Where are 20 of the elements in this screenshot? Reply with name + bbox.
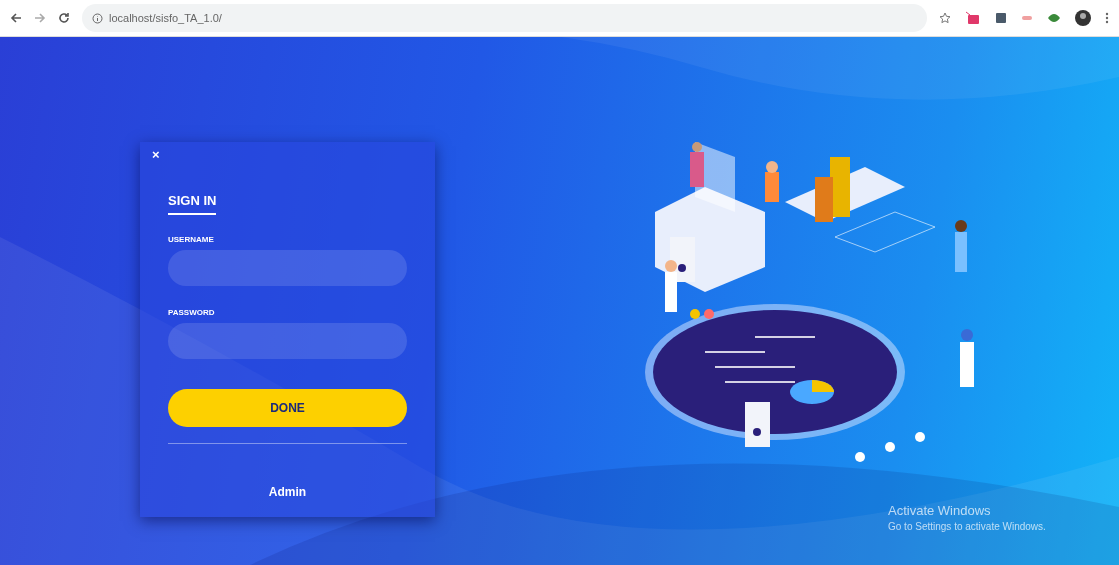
activation-notice-message: Go to Settings to activate Windows. (888, 519, 1046, 533)
info-icon[interactable] (92, 12, 103, 24)
avatar-icon[interactable] (1075, 10, 1091, 26)
done-button[interactable]: DONE (168, 389, 407, 427)
field-label: USERNAME (168, 235, 215, 244)
field-label: PASSWORD (168, 308, 216, 317)
back-icon[interactable] (10, 12, 22, 24)
extension-icon[interactable] (1047, 12, 1061, 24)
extension-icon[interactable] (995, 12, 1007, 24)
url-text: localhost/sisfo_TA_1.0/ (109, 12, 222, 24)
admin-link[interactable]: Admin (268, 485, 307, 499)
menu-icon[interactable] (1105, 12, 1109, 24)
sign-in-heading: SIGN IN (168, 193, 217, 215)
extension-icon[interactable] (965, 11, 981, 25)
address-bar[interactable]: localhost/sisfo_TA_1.0/ (82, 4, 927, 32)
forward-icon[interactable] (34, 12, 46, 24)
close-button[interactable]: × (152, 148, 160, 161)
star-icon[interactable] (939, 12, 951, 24)
reload-icon[interactable] (58, 12, 70, 24)
activation-notice-title: Activate Windows (888, 503, 992, 520)
